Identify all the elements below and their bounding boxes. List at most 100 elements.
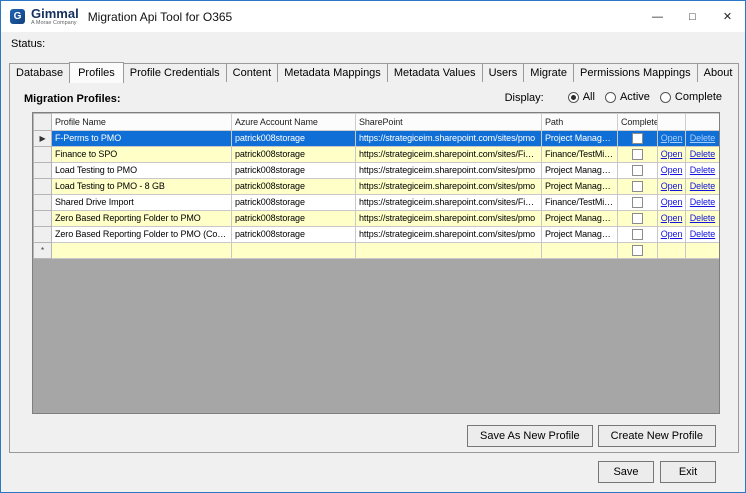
cell-sharepoint[interactable]: https://strategiceim.sharepoint.com/site… bbox=[355, 146, 542, 163]
open-link[interactable]: Open bbox=[661, 213, 683, 223]
open-link[interactable]: Open bbox=[661, 165, 683, 175]
cell-open[interactable] bbox=[657, 242, 686, 259]
cell-azure-account-name[interactable]: patrick008storage bbox=[231, 210, 356, 227]
cell-sharepoint[interactable]: https://strategiceim.sharepoint.com/site… bbox=[355, 194, 542, 211]
display-radio-active[interactable]: Active bbox=[604, 91, 650, 103]
cell-complete[interactable] bbox=[617, 130, 658, 147]
delete-link[interactable]: Delete bbox=[690, 229, 716, 239]
cell-profile-name[interactable]: Load Testing to PMO bbox=[51, 162, 232, 179]
profile-row[interactable]: Load Testing to PMO patrick008storage http… bbox=[33, 162, 719, 179]
delete-link[interactable]: Delete bbox=[690, 133, 716, 143]
row-header-cell[interactable] bbox=[33, 178, 52, 195]
cell-complete[interactable] bbox=[617, 194, 658, 211]
tab-migrate[interactable]: Migrate bbox=[523, 63, 574, 82]
cell-azure-account-name[interactable]: patrick008storage bbox=[231, 162, 356, 179]
cell-delete[interactable]: Delete bbox=[685, 130, 719, 147]
cell-sharepoint[interactable]: https://strategiceim.sharepoint.com/site… bbox=[355, 178, 542, 195]
cell-open[interactable]: Open bbox=[657, 210, 686, 227]
tab-profiles[interactable]: Profiles bbox=[69, 62, 124, 83]
delete-link[interactable]: Delete bbox=[690, 213, 716, 223]
minimize-button[interactable]: — bbox=[640, 1, 675, 32]
open-link[interactable]: Open bbox=[661, 133, 683, 143]
cell-complete[interactable] bbox=[617, 178, 658, 195]
column-header-path[interactable]: Path bbox=[541, 113, 618, 131]
complete-checkbox[interactable] bbox=[632, 165, 643, 177]
open-link[interactable]: Open bbox=[661, 181, 683, 191]
display-radio-complete[interactable]: Complete bbox=[659, 91, 722, 103]
cell-path[interactable]: Finance/TestMig... bbox=[541, 146, 618, 163]
cell-path[interactable]: Project Managem... bbox=[541, 130, 618, 147]
tab-metadata-mappings[interactable]: Metadata Mappings bbox=[277, 63, 388, 82]
save-button[interactable]: Save bbox=[598, 461, 654, 483]
cell-delete[interactable]: Delete bbox=[685, 226, 719, 243]
row-header-cell[interactable] bbox=[33, 146, 52, 163]
profile-row[interactable]: Load Testing to PMO - 8 GB patrick008stor… bbox=[33, 178, 719, 195]
cell-sharepoint[interactable] bbox=[355, 242, 542, 259]
cell-delete[interactable]: Delete bbox=[685, 178, 719, 195]
cell-sharepoint[interactable]: https://strategiceim.sharepoint.com/site… bbox=[355, 210, 542, 227]
delete-link[interactable]: Delete bbox=[690, 197, 716, 207]
cell-sharepoint[interactable]: https://strategiceim.sharepoint.com/site… bbox=[355, 226, 542, 243]
cell-path[interactable]: Project Managem... bbox=[541, 210, 618, 227]
complete-checkbox[interactable] bbox=[632, 181, 643, 193]
tab-about[interactable]: About bbox=[696, 63, 740, 82]
tab-content[interactable]: Content bbox=[225, 63, 279, 82]
complete-checkbox[interactable] bbox=[632, 197, 643, 209]
cell-complete[interactable] bbox=[617, 162, 658, 179]
complete-checkbox[interactable] bbox=[632, 133, 643, 145]
profile-row[interactable]: Zero Based Reporting Folder to PMO patric… bbox=[33, 210, 719, 227]
cell-complete[interactable] bbox=[617, 242, 658, 259]
cell-profile-name[interactable]: Shared Drive Import bbox=[51, 194, 232, 211]
cell-profile-name[interactable]: Load Testing to PMO - 8 GB bbox=[51, 178, 232, 195]
cell-azure-account-name[interactable]: patrick008storage bbox=[231, 178, 356, 195]
create-new-profile-button[interactable]: Create New Profile bbox=[597, 425, 716, 447]
column-header-profile-name[interactable]: Profile Name bbox=[51, 113, 232, 131]
cell-complete[interactable] bbox=[617, 210, 658, 227]
row-header-cell[interactable]: * bbox=[33, 242, 52, 259]
cell-path[interactable]: Project Managem... bbox=[541, 162, 618, 179]
save-as-new-profile-button[interactable]: Save As New Profile bbox=[467, 425, 593, 447]
cell-azure-account-name[interactable]: patrick008storage bbox=[231, 226, 356, 243]
cell-delete[interactable]: Delete bbox=[685, 194, 719, 211]
cell-profile-name[interactable]: Finance to SPO bbox=[51, 146, 232, 163]
tab-database[interactable]: Database bbox=[9, 63, 71, 82]
tab-metadata-values[interactable]: Metadata Values bbox=[386, 63, 483, 82]
cell-path[interactable]: Finance/TestMig... bbox=[541, 194, 618, 211]
cell-open[interactable]: Open bbox=[657, 162, 686, 179]
cell-complete[interactable] bbox=[617, 226, 658, 243]
tab-profile-credentials[interactable]: Profile Credentials bbox=[122, 63, 227, 82]
column-header-sharepoint[interactable]: SharePoint bbox=[355, 113, 542, 131]
cell-delete[interactable] bbox=[685, 242, 719, 259]
cell-profile-name[interactable]: Zero Based Reporting Folder to PMO bbox=[51, 210, 232, 227]
row-header-cell[interactable] bbox=[33, 210, 52, 227]
close-button[interactable]: ✕ bbox=[710, 1, 745, 32]
cell-azure-account-name[interactable] bbox=[231, 242, 356, 259]
delete-link[interactable]: Delete bbox=[690, 149, 716, 159]
open-link[interactable]: Open bbox=[661, 149, 683, 159]
column-header-azure-account-name[interactable]: Azure Account Name bbox=[231, 113, 356, 131]
cell-complete[interactable] bbox=[617, 146, 658, 163]
display-radio-all[interactable]: All bbox=[567, 91, 595, 103]
profile-row[interactable]: ▶ F-Perms to PMO patrick008storage https://… bbox=[33, 130, 719, 147]
cell-azure-account-name[interactable]: patrick008storage bbox=[231, 130, 356, 147]
cell-path[interactable]: Project Managem... bbox=[541, 226, 618, 243]
tab-users[interactable]: Users bbox=[481, 63, 525, 82]
complete-checkbox[interactable] bbox=[632, 213, 643, 225]
cell-profile-name[interactable]: Zero Based Reporting Folder to PMO (Copy… bbox=[51, 226, 232, 243]
open-link[interactable]: Open bbox=[661, 229, 683, 239]
complete-checkbox[interactable] bbox=[632, 245, 643, 257]
column-header-complete[interactable]: Complete bbox=[617, 113, 658, 131]
tab-permissions-mappings[interactable]: Permissions Mappings bbox=[572, 63, 698, 82]
complete-checkbox[interactable] bbox=[632, 149, 643, 161]
cell-path[interactable]: Project Managem... bbox=[541, 178, 618, 195]
row-header-cell[interactable] bbox=[33, 194, 52, 211]
cell-azure-account-name[interactable]: patrick008storage bbox=[231, 194, 356, 211]
column-header-open[interactable] bbox=[657, 113, 686, 131]
profile-row[interactable]: Finance to SPO patrick008storage https://s… bbox=[33, 146, 719, 163]
complete-checkbox[interactable] bbox=[632, 229, 643, 241]
cell-open[interactable]: Open bbox=[657, 226, 686, 243]
cell-delete[interactable]: Delete bbox=[685, 146, 719, 163]
row-header-cell[interactable] bbox=[33, 226, 52, 243]
cell-delete[interactable]: Delete bbox=[685, 162, 719, 179]
row-header-cell[interactable]: ▶ bbox=[33, 130, 52, 147]
